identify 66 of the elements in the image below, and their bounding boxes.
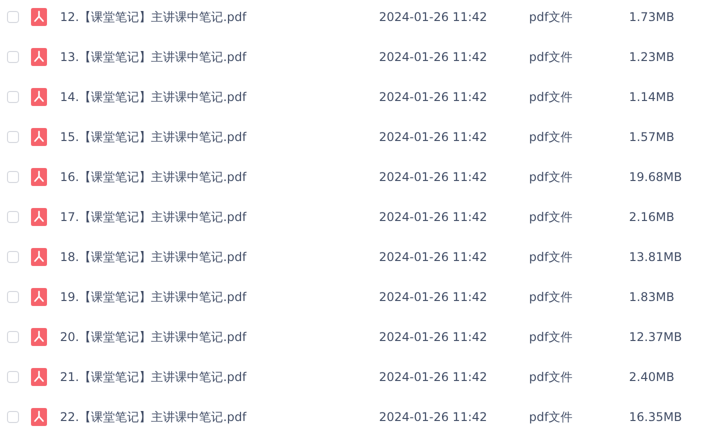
file-size: 2.40MB [629, 370, 674, 384]
file-name[interactable]: 19.【课堂笔记】主讲课中笔记.pdf [60, 288, 379, 306]
modified-date: 2024-01-26 11:42 [379, 290, 488, 304]
pdf-file-icon [31, 248, 47, 266]
file-type: pdf文件 [529, 408, 574, 426]
checkbox[interactable] [7, 51, 19, 63]
checkbox[interactable] [7, 211, 19, 223]
file-name[interactable]: 21.【课堂笔记】主讲课中笔记.pdf [60, 368, 379, 386]
file-size: 1.23MB [629, 50, 674, 64]
modified-date: 2024-01-26 11:42 [379, 90, 488, 104]
file-name[interactable]: 20.【课堂笔记】主讲课中笔记.pdf [60, 328, 379, 346]
file-size: 2.16MB [629, 210, 674, 224]
checkbox[interactable] [7, 91, 19, 103]
file-name[interactable]: 16.【课堂笔记】主讲课中笔记.pdf [60, 168, 379, 186]
checkbox[interactable] [7, 291, 19, 303]
modified-date: 2024-01-26 11:42 [379, 370, 488, 384]
file-size: 1.83MB [629, 290, 674, 304]
file-type: pdf文件 [529, 328, 574, 346]
file-name[interactable]: 15.【课堂笔记】主讲课中笔记.pdf [60, 128, 379, 146]
file-size: 19.68MB [629, 170, 682, 184]
file-type: pdf文件 [529, 88, 574, 106]
pdf-file-icon [31, 208, 47, 226]
pdf-file-icon [31, 88, 47, 106]
checkbox[interactable] [7, 411, 19, 423]
checkbox[interactable] [7, 11, 19, 23]
file-name[interactable]: 14.【课堂笔记】主讲课中笔记.pdf [60, 88, 379, 106]
file-type: pdf文件 [529, 48, 574, 66]
checkbox[interactable] [7, 331, 19, 343]
pdf-file-icon [31, 168, 47, 186]
file-size: 16.35MB [629, 410, 682, 424]
pdf-file-icon [31, 288, 47, 306]
file-name[interactable]: 18.【课堂笔记】主讲课中笔记.pdf [60, 248, 379, 266]
file-type: pdf文件 [529, 368, 574, 386]
pdf-file-icon [31, 128, 47, 146]
file-type: pdf文件 [529, 248, 574, 266]
file-type: pdf文件 [529, 288, 574, 306]
checkbox[interactable] [7, 131, 19, 143]
checkbox[interactable] [7, 371, 19, 383]
modified-date: 2024-01-26 11:42 [379, 10, 488, 24]
file-name[interactable]: 17.【课堂笔记】主讲课中笔记.pdf [60, 208, 379, 226]
file-type: pdf文件 [529, 168, 574, 186]
file-type: pdf文件 [529, 208, 574, 226]
pdf-file-icon [31, 48, 47, 66]
modified-date: 2024-01-26 11:42 [379, 50, 488, 64]
file-size: 1.14MB [629, 90, 674, 104]
checkbox[interactable] [7, 251, 19, 263]
file-name[interactable]: 22.【课堂笔记】主讲课中笔记.pdf [60, 408, 379, 426]
modified-date: 2024-01-26 11:42 [379, 130, 488, 144]
modified-date: 2024-01-26 11:42 [379, 250, 488, 264]
modified-date: 2024-01-26 11:42 [379, 330, 488, 344]
file-size: 1.73MB [629, 10, 674, 24]
pdf-file-icon [31, 328, 47, 346]
file-size: 13.81MB [629, 250, 682, 264]
modified-date: 2024-01-26 11:42 [379, 210, 488, 224]
file-type: pdf文件 [529, 8, 574, 26]
modified-date: 2024-01-26 11:42 [379, 410, 488, 424]
modified-date: 2024-01-26 11:42 [379, 170, 488, 184]
pdf-file-icon [31, 368, 47, 386]
file-size: 1.57MB [629, 130, 674, 144]
pdf-file-icon [31, 408, 47, 426]
pdf-file-icon [31, 8, 47, 26]
file-size: 12.37MB [629, 330, 682, 344]
checkbox[interactable] [7, 171, 19, 183]
file-type: pdf文件 [529, 128, 574, 146]
file-name[interactable]: 12.【课堂笔记】主讲课中笔记.pdf [60, 8, 379, 26]
file-name[interactable]: 13.【课堂笔记】主讲课中笔记.pdf [60, 48, 379, 66]
